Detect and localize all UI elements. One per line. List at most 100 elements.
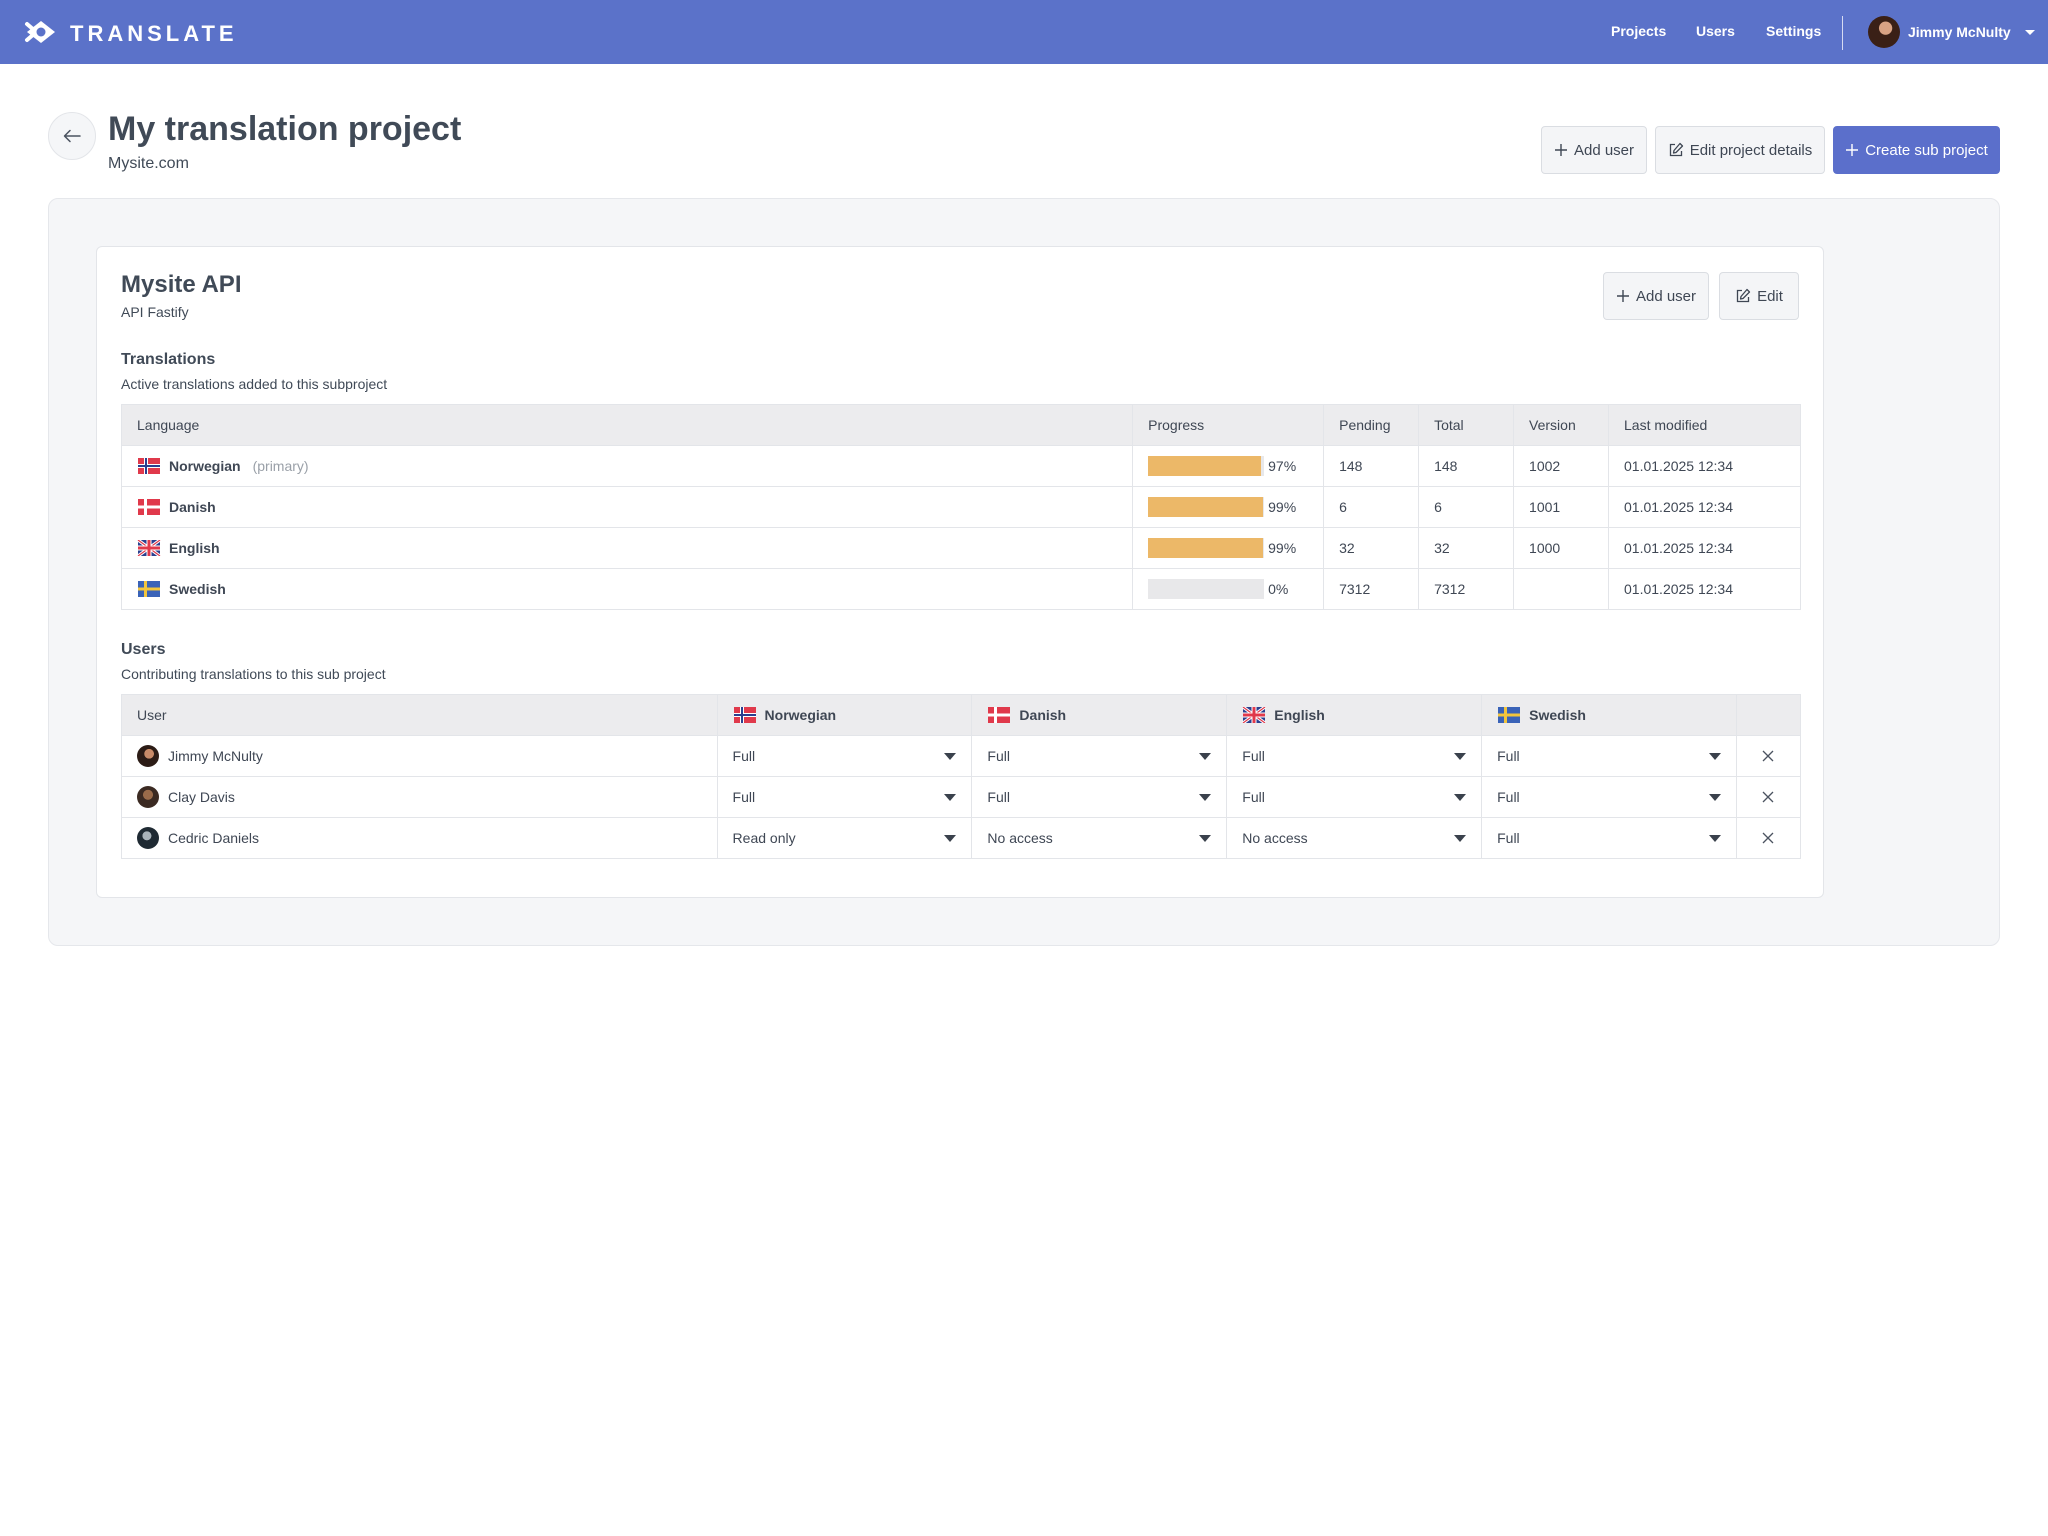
last-modified-value: 01.01.2025 12:34	[1608, 568, 1801, 610]
plus-icon	[1554, 144, 1567, 156]
col-total: Total	[1418, 404, 1515, 446]
nav-divider	[1842, 16, 1843, 50]
subproject-add-user-button[interactable]: Add user	[1603, 272, 1709, 320]
progress-fill	[1148, 538, 1263, 558]
col-english: English	[1274, 707, 1325, 723]
col-language: Language	[120, 404, 1134, 446]
uk-flag-icon	[1242, 707, 1267, 723]
denmark-flag-icon	[988, 707, 1011, 723]
caret-down-icon	[944, 834, 957, 842]
caret-down-icon	[1454, 834, 1467, 842]
create-sub-project-label: Create sub project	[1865, 141, 1988, 159]
caret-down-icon	[1708, 834, 1721, 842]
caret-down-icon	[1708, 793, 1721, 801]
nav-users[interactable]: Users	[1696, 23, 1735, 39]
select-value: Full	[1242, 748, 1265, 764]
norwegian-access-select[interactable]: Full	[733, 789, 957, 805]
select-value: Full	[1497, 748, 1520, 764]
table-row[interactable]: Danish 99% 6 6 1001 01.01.2025 12:34	[120, 486, 1801, 528]
add-user-label: Add user	[1573, 141, 1635, 159]
progress-bar	[1148, 497, 1265, 517]
remove-user-button[interactable]	[1752, 832, 1785, 844]
subproject-add-user-label: Add user	[1635, 287, 1697, 305]
caret-down-icon	[1708, 752, 1721, 760]
translations-subtitle: Active translations added to this subpro…	[121, 376, 388, 392]
chevron-down-icon	[2024, 29, 2035, 35]
close-icon	[1763, 832, 1774, 844]
remove-user-button[interactable]	[1752, 750, 1785, 762]
english-access-select[interactable]: No access	[1242, 830, 1467, 846]
english-access-select[interactable]: Full	[1242, 789, 1467, 805]
col-progress: Progress	[1132, 404, 1325, 446]
avatar	[137, 745, 159, 767]
user-menu-name: Jimmy McNulty	[1908, 24, 2011, 40]
table-row: Jimmy McNulty Full Full Full Full	[121, 735, 1802, 777]
col-version: Version	[1513, 404, 1610, 446]
table-row[interactable]: Swedish 0% 7312 7312 01.01.2025 12:34	[120, 568, 1801, 610]
last-modified-value: 01.01.2025 12:34	[1608, 486, 1801, 528]
add-user-button[interactable]: Add user	[1541, 126, 1647, 174]
caret-down-icon	[1199, 834, 1212, 842]
progress-fill	[1148, 497, 1263, 517]
table-row[interactable]: English 99% 32 32 1000 01.01.2025 12:34	[120, 527, 1801, 569]
swedish-access-select[interactable]: Full	[1497, 830, 1721, 846]
progress-bar	[1148, 579, 1265, 599]
denmark-flag-icon	[138, 499, 160, 515]
remove-user-button[interactable]	[1752, 791, 1785, 803]
page-subtitle: Mysite.com	[108, 155, 189, 172]
select-value: No access	[987, 830, 1053, 846]
swedish-access-select[interactable]: Full	[1497, 789, 1721, 805]
users-heading: Users	[121, 641, 166, 658]
close-icon	[1763, 750, 1774, 762]
pending-value: 148	[1323, 445, 1420, 487]
norwegian-access-select[interactable]: Read only	[733, 830, 957, 846]
edit-icon	[1669, 142, 1683, 157]
select-value: Full	[1242, 789, 1265, 805]
norway-flag-icon	[733, 707, 756, 723]
avatar	[137, 827, 159, 849]
select-value: Read only	[732, 830, 796, 846]
table-row[interactable]: Norwegian (primary) 97% 148 148 1002 01.…	[120, 445, 1801, 487]
progress-bar	[1148, 538, 1265, 558]
edit-project-details-button[interactable]: Edit project details	[1655, 126, 1825, 174]
swedish-access-select[interactable]: Full	[1497, 748, 1721, 764]
users-table: User Norwegian Danish English Swedish Ji…	[121, 694, 1802, 859]
col-actions	[1735, 694, 1802, 736]
brand-logo[interactable]: TRANSLATE	[24, 18, 238, 49]
edit-project-details-label: Edit project details	[1689, 141, 1813, 159]
back-button[interactable]	[48, 112, 96, 160]
subproject-edit-label: Edit	[1757, 287, 1783, 305]
version-value	[1513, 568, 1610, 610]
user-name: Jimmy McNulty	[168, 748, 263, 764]
danish-access-select[interactable]: No access	[987, 830, 1212, 846]
danish-access-select[interactable]: Full	[987, 748, 1212, 764]
pending-value: 32	[1323, 527, 1420, 569]
nav-projects[interactable]: Projects	[1611, 23, 1666, 39]
primary-label: (primary)	[252, 458, 309, 474]
total-value: 7312	[1418, 568, 1515, 610]
plus-icon	[1616, 290, 1629, 302]
progress-value: 99%	[1268, 540, 1297, 556]
nav-settings[interactable]: Settings	[1766, 23, 1821, 39]
select-value: Full	[732, 789, 756, 805]
progress-value: 97%	[1268, 458, 1297, 474]
caret-down-icon	[944, 752, 957, 760]
page-title: My translation project	[108, 110, 462, 148]
user-menu[interactable]: Jimmy McNulty	[1868, 16, 2035, 48]
create-sub-project-button[interactable]: Create sub project	[1833, 126, 2000, 174]
translations-heading: Translations	[121, 351, 216, 368]
select-value: Full	[1497, 789, 1520, 805]
pending-value: 7312	[1323, 568, 1420, 610]
table-row: Clay Davis Full Full Full Full	[121, 776, 1802, 818]
table-row: Cedric Daniels Read only No access No ac…	[121, 817, 1802, 859]
subproject-edit-button[interactable]: Edit	[1719, 272, 1799, 320]
col-user: User	[121, 694, 718, 736]
subproject-title: Mysite API	[121, 271, 242, 298]
col-swedish: Swedish	[1529, 707, 1586, 723]
translations-header-row: Language Progress Pending Total Version …	[120, 404, 1801, 446]
english-access-select[interactable]: Full	[1242, 748, 1467, 764]
version-value: 1001	[1513, 486, 1610, 528]
norwegian-access-select[interactable]: Full	[733, 748, 957, 764]
danish-access-select[interactable]: Full	[987, 789, 1212, 805]
total-value: 32	[1418, 527, 1515, 569]
